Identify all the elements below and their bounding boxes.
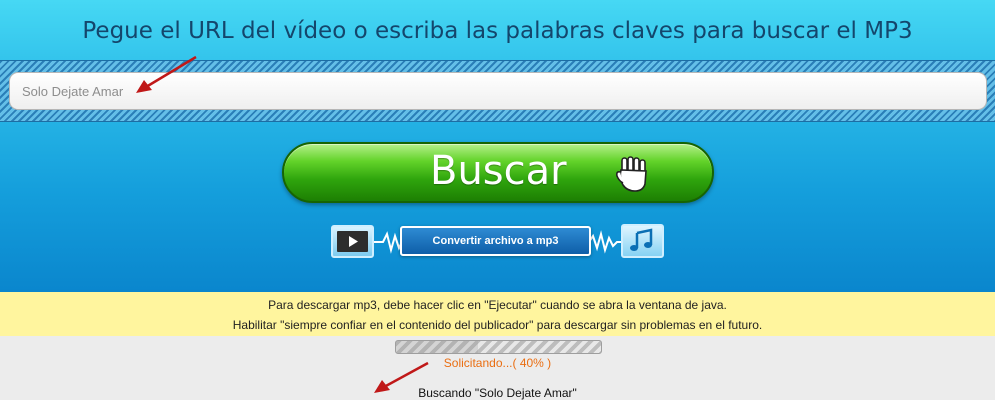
progress-fill bbox=[396, 341, 478, 353]
convert-to-mp3-button[interactable]: Convertir archivo a mp3 bbox=[400, 226, 591, 256]
hero-panel: Pegue el URL del vídeo o escriba las pal… bbox=[0, 0, 995, 292]
searching-status-text: Buscando "Solo Dejate Amar" bbox=[418, 386, 577, 400]
music-note-icon bbox=[621, 224, 664, 258]
page-title: Pegue el URL del vídeo o escriba las pal… bbox=[82, 18, 913, 44]
hand-icon bbox=[616, 156, 647, 192]
progress-status-text: Solicitando...( 40% ) bbox=[443, 356, 552, 370]
search-input[interactable] bbox=[9, 72, 987, 110]
search-bar-frame bbox=[0, 60, 995, 122]
notice-line-1: Para descargar mp3, debe hacer clic en "… bbox=[268, 298, 727, 312]
notice-line-2: Habilitar "siempre confiar en el conteni… bbox=[232, 318, 763, 332]
buscar-button-label: Buscar bbox=[430, 148, 567, 194]
java-notice-banner: Para descargar mp3, debe hacer clic en "… bbox=[0, 292, 995, 336]
buscar-button[interactable]: Buscar bbox=[282, 142, 714, 203]
progress-bar bbox=[395, 340, 602, 354]
video-play-icon bbox=[331, 225, 374, 258]
